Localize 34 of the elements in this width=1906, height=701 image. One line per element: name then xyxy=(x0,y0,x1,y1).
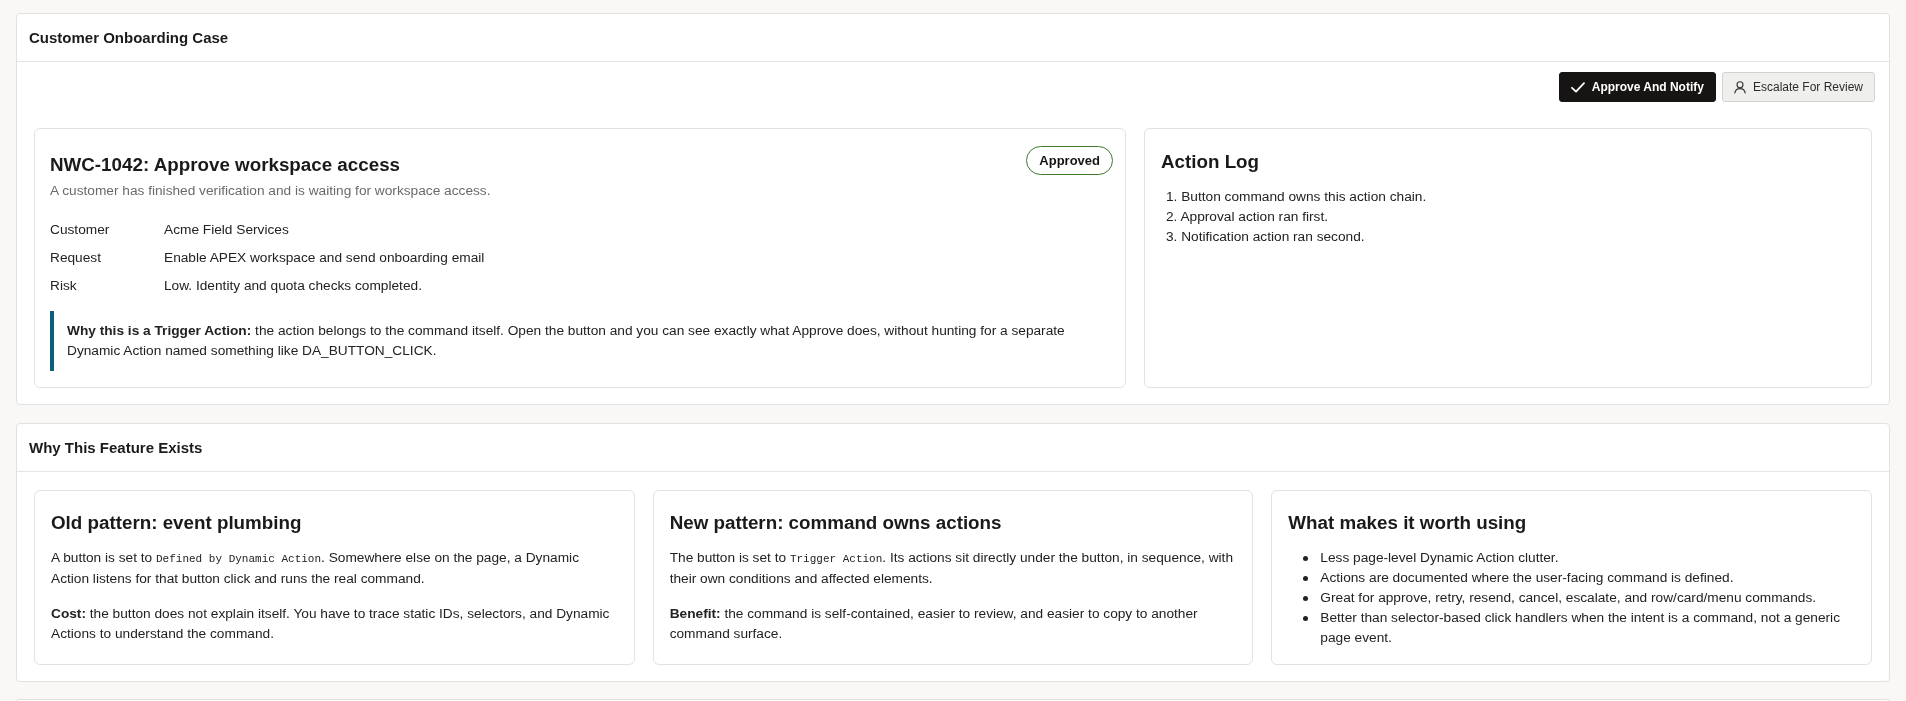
case-summary: A customer has finished verification and is waiting for workspace access. xyxy=(50,182,492,200)
bullet-icon xyxy=(1303,556,1309,561)
bullet-text: Less page-level Dynamic Action clutter. xyxy=(1320,549,1559,567)
detail-value: Low. Identity and quota checks completed. xyxy=(164,277,422,295)
bullet-text: Great for approve, retry, resend, cancel, escalate, and row/card/menu commands. xyxy=(1320,589,1817,607)
region-title: Why This Feature Exists xyxy=(29,439,203,456)
person-icon xyxy=(1733,80,1746,94)
escalate-button[interactable]: Escalate For Review xyxy=(1721,72,1875,102)
log-entry: 2. Approval action ran first. xyxy=(1166,208,1329,226)
bullet-icon xyxy=(1303,616,1309,621)
detail-value: Enable APEX workspace and send onboarding email xyxy=(164,249,485,267)
feature-title: New pattern: command owns actions xyxy=(669,511,1003,535)
bullet-text: Better than selector-based click handlers when the intent is a command, not a generic page event. xyxy=(1320,609,1841,647)
feature-paragraph: A button is set to Defined by Dynamic Action. Somewhere else on the page, a Dynamic Action listens for that button click and runs the real command. xyxy=(51,549,580,588)
detail-label: Risk xyxy=(50,277,77,295)
detail-label: Request xyxy=(50,249,101,267)
feature-title: Old pattern: event plumbing xyxy=(51,511,303,535)
case-title: NWC-1042: Approve workspace access xyxy=(50,153,401,177)
log-entry: 1. Button command owns this action chain. xyxy=(1166,188,1427,206)
log-entry: 3. Notification action ran second. xyxy=(1166,228,1365,246)
detail-label: Customer xyxy=(50,221,110,239)
bullet-text: Actions are documented where the user-facing command is defined. xyxy=(1320,569,1734,587)
bullet-icon xyxy=(1303,596,1309,601)
approve-button[interactable]: Approve And Notify xyxy=(1558,72,1716,102)
callout-note: Why this is a Trigger Action: the action belongs to the command itself. Open the button and you can see exactly what Approve does, without hunting for a separate Dynamic Action named something like DA_BUTTON_CLICK. xyxy=(50,311,1110,371)
feature-paragraph: Benefit: the command is self-contained, easier to review, and easier to copy to another command surface. xyxy=(669,605,1199,643)
bullet-icon xyxy=(1303,576,1309,581)
feature-paragraph: The button is set to Trigger Action. Its actions sit directly under the button, in sequence, with their own conditions and affected elements. xyxy=(669,549,1235,588)
feature-title: What makes it worth using xyxy=(1288,511,1528,535)
detail-value: Acme Field Services xyxy=(164,221,289,239)
region-title: Customer Onboarding Case xyxy=(29,29,229,46)
feature-paragraph: Cost: the button does not explain itself. You have to trace static IDs, selectors, and Dynamic Actions to understand the command. xyxy=(51,605,611,643)
action-log-title: Action Log xyxy=(1161,150,1261,174)
check-icon xyxy=(1570,81,1585,93)
